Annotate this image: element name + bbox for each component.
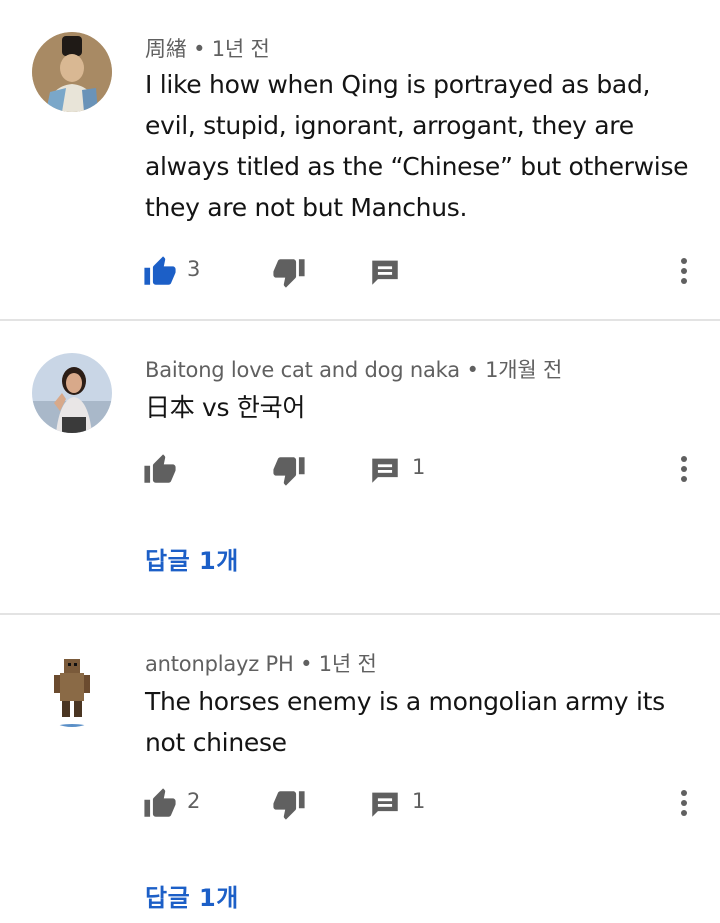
- dislike-icon[interactable]: [272, 787, 306, 821]
- like-count: 2: [187, 789, 201, 813]
- avatar[interactable]: [32, 32, 112, 112]
- comment-line: always titled as the “Chinese” but other…: [145, 152, 689, 181]
- author-name[interactable]: 周緖: [145, 37, 187, 61]
- avatar[interactable]: [32, 353, 112, 433]
- comment-line: The horses enemy is a mongolian army its: [145, 687, 665, 716]
- comment-meta: Baitong love cat and dog naka • 1개월 전: [145, 354, 562, 384]
- like-icon[interactable]: [143, 255, 177, 289]
- view-replies-link[interactable]: 답글 1개: [145, 541, 239, 576]
- comment-3: antonplayz PH • 1년 전 The horses enemy is…: [0, 615, 720, 923]
- reply-icon[interactable]: [368, 787, 402, 821]
- comment-2: Baitong love cat and dog naka • 1개월 전 日本…: [0, 321, 720, 614]
- comment-actions: 3: [0, 255, 720, 295]
- reply-count: 1: [412, 789, 426, 813]
- comment-meta: antonplayz PH • 1년 전: [145, 648, 377, 678]
- comment-actions: 1: [0, 453, 720, 493]
- reply-icon[interactable]: [368, 453, 402, 487]
- comment-time: 1개월 전: [485, 358, 563, 382]
- view-replies-link[interactable]: 답글 1개: [145, 878, 239, 913]
- comment-time: 1년 전: [318, 652, 377, 676]
- author-name[interactable]: Baitong love cat and dog naka: [145, 358, 460, 382]
- comment-line: 日本 vs 한국어: [145, 393, 306, 422]
- avatar[interactable]: [32, 647, 112, 727]
- comment-meta: 周緖 • 1년 전: [145, 33, 270, 63]
- reply-count: 1: [412, 455, 426, 479]
- more-vert-icon[interactable]: [672, 255, 696, 289]
- meta-separator: •: [300, 652, 313, 676]
- comment-line: they are not but Manchus.: [145, 193, 468, 222]
- reply-icon[interactable]: [368, 255, 402, 289]
- meta-separator: •: [193, 37, 206, 61]
- comment-actions: 2 1: [0, 787, 720, 827]
- dislike-icon[interactable]: [272, 453, 306, 487]
- more-vert-icon[interactable]: [672, 453, 696, 487]
- author-name[interactable]: antonplayz PH: [145, 652, 294, 676]
- more-vert-icon[interactable]: [672, 787, 696, 821]
- comment-text: The horses enemy is a mongolian army its…: [145, 681, 695, 763]
- like-icon[interactable]: [143, 787, 177, 821]
- comment-line: not chinese: [145, 728, 287, 757]
- like-icon[interactable]: [143, 453, 177, 487]
- comment-text: 日本 vs 한국어: [145, 387, 695, 428]
- comment-1: 周緖 • 1년 전 I like how when Qing is portra…: [0, 0, 720, 320]
- comment-time: 1년 전: [211, 37, 270, 61]
- dislike-icon[interactable]: [272, 255, 306, 289]
- comment-line: evil, stupid, ignorant, arrogant, they a…: [145, 111, 634, 140]
- comment-text: I like how when Qing is portrayed as bad…: [145, 64, 695, 228]
- meta-separator: •: [466, 358, 479, 382]
- comment-line: I like how when Qing is portrayed as bad…: [145, 70, 651, 99]
- like-count: 3: [187, 257, 201, 281]
